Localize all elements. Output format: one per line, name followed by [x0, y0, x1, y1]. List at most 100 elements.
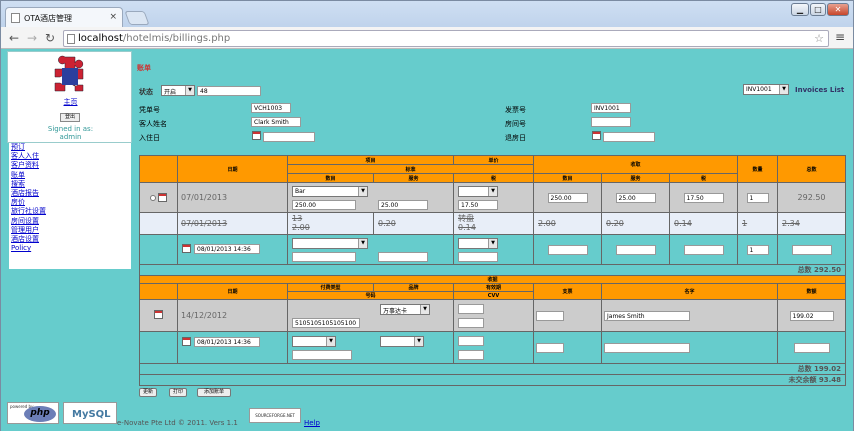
new-tax-select[interactable]: ▼	[458, 237, 499, 249]
qty-field[interactable]: 250.00	[292, 199, 356, 210]
menu-icon[interactable]: ≡	[835, 30, 845, 44]
cheque-field[interactable]	[536, 310, 564, 321]
new-paytype-select[interactable]: ▼	[292, 335, 336, 347]
chevron-down-icon: ▼	[414, 336, 423, 346]
new-count-field[interactable]: 1	[746, 244, 769, 255]
voucher-field[interactable]: VCH1003	[251, 103, 291, 113]
menu-item[interactable]: 管理用户	[11, 226, 129, 235]
new-amount-field[interactable]	[793, 342, 830, 353]
sourceforge-badge[interactable]: SOURCEFORGE.NET	[249, 408, 301, 423]
new-service-field[interactable]	[378, 251, 428, 262]
new-cheque-field[interactable]	[536, 342, 564, 353]
menu-item[interactable]: 房间设置	[11, 217, 129, 226]
menu-item[interactable]: 预订	[11, 143, 129, 152]
new-qty-field[interactable]	[292, 251, 356, 262]
new-expiry-field[interactable]	[458, 335, 484, 346]
invoice-number-field[interactable]: INV1001	[591, 103, 631, 113]
amount-field[interactable]: 199.02	[789, 310, 834, 321]
calendar-icon[interactable]	[252, 131, 261, 140]
forward-icon[interactable]: →	[27, 31, 37, 45]
menu-item[interactable]: 酒店设置	[11, 235, 129, 244]
edit-icon[interactable]	[154, 310, 163, 319]
footer: powered by php MySQL e-Novate Pte Ltd © 2…	[1, 401, 853, 431]
new-date-field[interactable]: 08/01/2013 14:36	[194, 243, 260, 254]
close-tab-icon[interactable]: ×	[109, 12, 117, 22]
checkin-field[interactable]	[263, 132, 315, 142]
calendar-icon[interactable]	[592, 131, 601, 140]
bookmark-star-icon[interactable]: ☆	[814, 32, 824, 45]
checkout-label: 退房日	[505, 134, 526, 142]
tax-field[interactable]: 17.50	[458, 199, 499, 210]
print-button[interactable]: 打印	[169, 388, 187, 397]
add-bill-button[interactable]: 添加账单	[197, 388, 231, 397]
card-cell: 万事达卡 ▼ 5105105105105100	[287, 299, 454, 332]
collect-service-field[interactable]: 25.00	[615, 192, 656, 203]
menu-item[interactable]: 酒店报告	[11, 189, 129, 198]
cvv-field[interactable]	[458, 317, 484, 328]
new-collect-tax-field[interactable]	[683, 244, 724, 255]
status-number-field[interactable]: 48	[197, 86, 261, 96]
close-window-button[interactable]: ✕	[827, 3, 849, 16]
col-expiry: 有效期	[453, 283, 534, 292]
menu-item[interactable]: 旅行社设置	[11, 207, 129, 216]
status-select[interactable]: 开启 ▼	[161, 85, 195, 96]
radio-button[interactable]	[150, 194, 157, 201]
menu-item[interactable]: 客户资料	[11, 161, 129, 170]
voided-service: 0.20	[372, 212, 455, 235]
logout-button[interactable]: 登出	[60, 113, 80, 122]
menu-item[interactable]: Policy	[11, 244, 129, 253]
new-tax-field[interactable]	[458, 251, 499, 262]
minimize-button[interactable]: ▁	[791, 3, 809, 16]
new-collect-qty-field[interactable]	[547, 244, 588, 255]
calendar-icon[interactable]	[182, 336, 191, 346]
mysql-badge[interactable]: MySQL	[63, 402, 117, 424]
new-tab-button[interactable]	[124, 11, 150, 25]
new-total-field[interactable]	[791, 244, 832, 255]
checkout-field[interactable]	[603, 132, 655, 142]
new-cvv-field[interactable]	[458, 349, 484, 360]
php-badge[interactable]: powered by php	[7, 402, 59, 424]
service-field[interactable]: 25.00	[378, 199, 428, 210]
new-card-number-field[interactable]	[292, 349, 352, 360]
reload-icon[interactable]: ↻	[45, 31, 55, 45]
new-pay-date-field[interactable]: 08/01/2013 14:36	[194, 336, 260, 347]
guest-name-field[interactable]: Clark Smith	[251, 117, 301, 127]
new-item-select[interactable]: ▼	[292, 237, 368, 249]
edit-icon[interactable]	[157, 193, 167, 202]
calendar-icon[interactable]	[182, 243, 191, 253]
home-link[interactable]: 主页	[8, 97, 133, 107]
help-link[interactable]: Help	[304, 419, 320, 427]
chevron-down-icon: ▼	[488, 186, 498, 196]
invoice-select[interactable]: INV1001 ▼	[743, 84, 789, 95]
status-label: 状态	[139, 88, 153, 96]
tax-select[interactable]: ▼	[458, 185, 499, 197]
col-bank: 品牌	[373, 283, 454, 292]
menu-item[interactable]: 账单	[11, 171, 129, 180]
room-field[interactable]	[591, 117, 631, 127]
menu-item[interactable]: 搜索	[11, 180, 129, 189]
payer-name-field[interactable]: James Smith	[604, 310, 690, 321]
card-number-field[interactable]: 5105105105105100	[292, 317, 360, 328]
tab-billing[interactable]: OTA酒店管理 ×	[5, 7, 123, 27]
tab-title: OTA酒店管理	[24, 14, 73, 23]
new-collect-service-field[interactable]	[615, 244, 656, 255]
bank-select[interactable]: 万事达卡 ▼	[380, 303, 430, 315]
address-bar[interactable]: localhost/hotelmis/billings.php ☆	[63, 30, 829, 47]
back-icon[interactable]: ←	[9, 31, 19, 45]
col-total: 总数	[777, 155, 847, 183]
expiry-field[interactable]	[458, 303, 484, 314]
cheque-cell	[533, 299, 602, 332]
update-button[interactable]: 更新	[139, 388, 157, 397]
collect-tax-cell: 17.50	[669, 182, 739, 213]
collect-tax-field[interactable]: 17.50	[683, 192, 724, 203]
new-bank-select[interactable]: ▼	[380, 335, 424, 347]
count-field[interactable]: 1	[746, 192, 769, 203]
maximize-button[interactable]: □	[810, 3, 826, 16]
new-card-cell: ▼ ▼	[287, 331, 454, 364]
collect-qty-field[interactable]: 250.00	[547, 192, 588, 203]
item-select[interactable]: Bar ▼	[292, 185, 368, 197]
url-path: /hotelmis/billings.php	[122, 33, 231, 44]
new-payer-name-field[interactable]	[604, 342, 690, 353]
php-logo: php	[24, 406, 56, 422]
status-value: 开启	[164, 89, 177, 96]
